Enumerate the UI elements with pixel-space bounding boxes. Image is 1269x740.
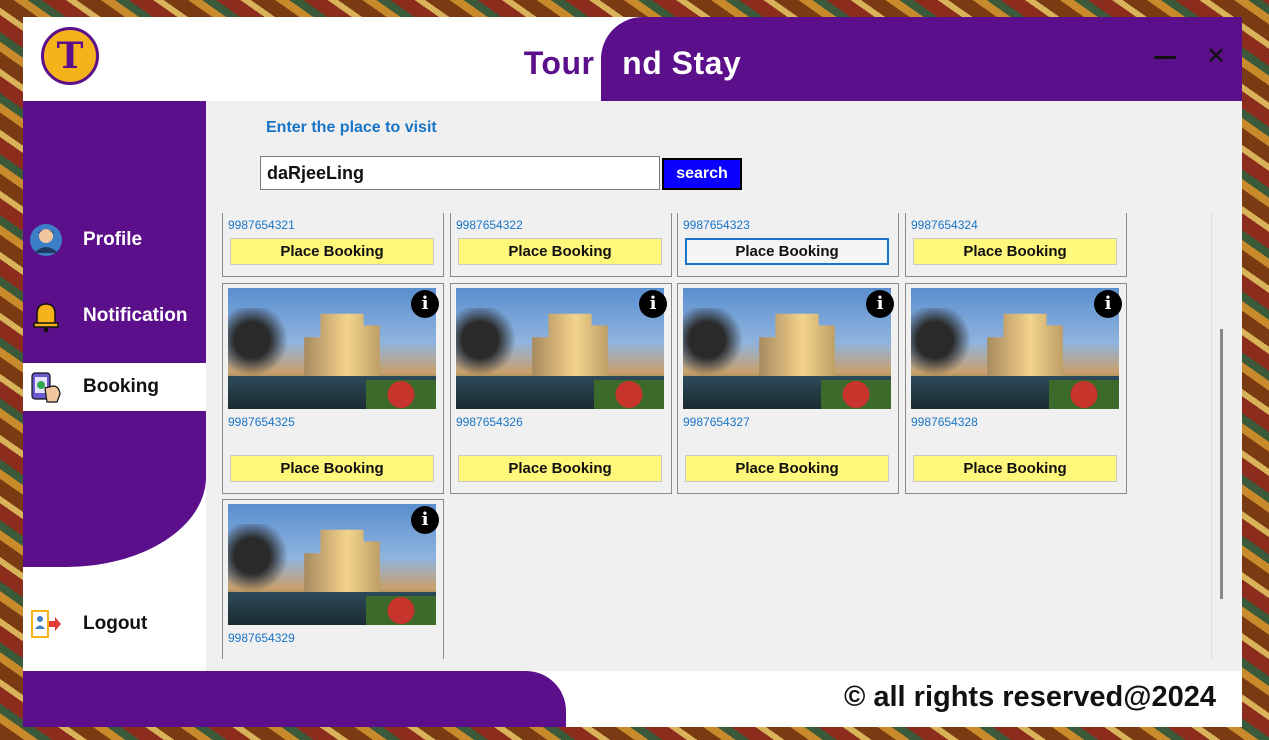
hotel-card: i 9987654329 [222, 499, 444, 659]
hotel-card: i 9987654325 Place Booking [222, 283, 444, 494]
profile-avatar-icon [29, 223, 63, 257]
app-title: Tour and Stay [23, 45, 1242, 82]
sidebar-item-notification[interactable]: Notification [23, 293, 206, 339]
bell-icon [29, 299, 63, 333]
place-booking-button[interactable]: Place Booking [913, 455, 1117, 482]
search-prompt-label: Enter the place to visit [266, 119, 437, 136]
hotel-phone[interactable]: 9987654328 [911, 415, 978, 429]
sidebar-item-booking[interactable]: Booking [23, 363, 206, 411]
hotel-phone[interactable]: 9987654325 [228, 415, 295, 429]
main-content: Enter the place to visit search 99876543… [206, 101, 1242, 671]
hotel-phone[interactable]: 9987654326 [456, 415, 523, 429]
results-scrollbar[interactable] [1211, 213, 1226, 659]
hotel-card: 9987654322 Place Booking [450, 213, 672, 277]
info-icon[interactable]: i [866, 290, 894, 318]
hotel-phone[interactable]: 9987654324 [911, 218, 978, 232]
sidebar-item-label: Booking [83, 376, 159, 397]
info-icon[interactable]: i [411, 506, 439, 534]
logout-icon [29, 607, 63, 641]
hotel-card: 9987654321 Place Booking [222, 213, 444, 277]
hotel-card: i 9987654327 Place Booking [677, 283, 899, 494]
footer-accent [23, 671, 566, 727]
hotel-image [683, 288, 891, 409]
info-icon[interactable]: i [639, 290, 667, 318]
place-booking-button[interactable]: Place Booking [685, 455, 889, 482]
place-booking-button[interactable]: Place Booking [685, 238, 889, 265]
hotel-card: 9987654324 Place Booking [905, 213, 1127, 277]
place-booking-button[interactable]: Place Booking [458, 238, 662, 265]
sidebar-item-label: Profile [83, 229, 143, 250]
hotel-image [456, 288, 664, 409]
search-button[interactable]: search [662, 158, 742, 190]
close-button[interactable]: ✕ [1201, 41, 1231, 71]
hotel-phone[interactable]: 9987654322 [456, 218, 523, 232]
sidebar-item-label: Notification [83, 305, 188, 326]
hotel-phone[interactable]: 9987654321 [228, 218, 295, 232]
info-icon[interactable]: i [1094, 290, 1122, 318]
place-booking-button[interactable]: Place Booking [458, 455, 662, 482]
hotel-phone[interactable]: 9987654323 [683, 218, 750, 232]
minimize-button[interactable]: — [1150, 41, 1180, 71]
info-icon[interactable]: i [411, 290, 439, 318]
booking-hand-icon [29, 370, 63, 404]
results-grid: 9987654321 Place Booking 9987654322 Plac… [222, 213, 1212, 659]
app-window: T Tour and Stay — ✕ Profile Notification… [23, 17, 1242, 727]
search-input[interactable] [260, 156, 660, 190]
hotel-image [228, 504, 436, 625]
hotel-phone[interactable]: 9987654327 [683, 415, 750, 429]
hotel-card: i 9987654326 Place Booking [450, 283, 672, 494]
sidebar-item-profile[interactable]: Profile [23, 217, 206, 263]
hotel-image [911, 288, 1119, 409]
hotel-card: 9987654323 Place Booking [677, 213, 899, 277]
place-booking-button[interactable]: Place Booking [230, 455, 434, 482]
place-booking-button[interactable]: Place Booking [913, 238, 1117, 265]
hotel-phone[interactable]: 9987654329 [228, 631, 295, 645]
sidebar-item-label: Logout [83, 613, 148, 634]
place-booking-button[interactable]: Place Booking [230, 238, 434, 265]
scrollbar-thumb[interactable] [1220, 329, 1223, 599]
copyright-text: © all rights reserved@2024 [843, 681, 1216, 713]
hotel-card: i 9987654328 Place Booking [905, 283, 1127, 494]
sidebar-item-logout[interactable]: Logout [23, 601, 206, 647]
hotel-image [228, 288, 436, 409]
